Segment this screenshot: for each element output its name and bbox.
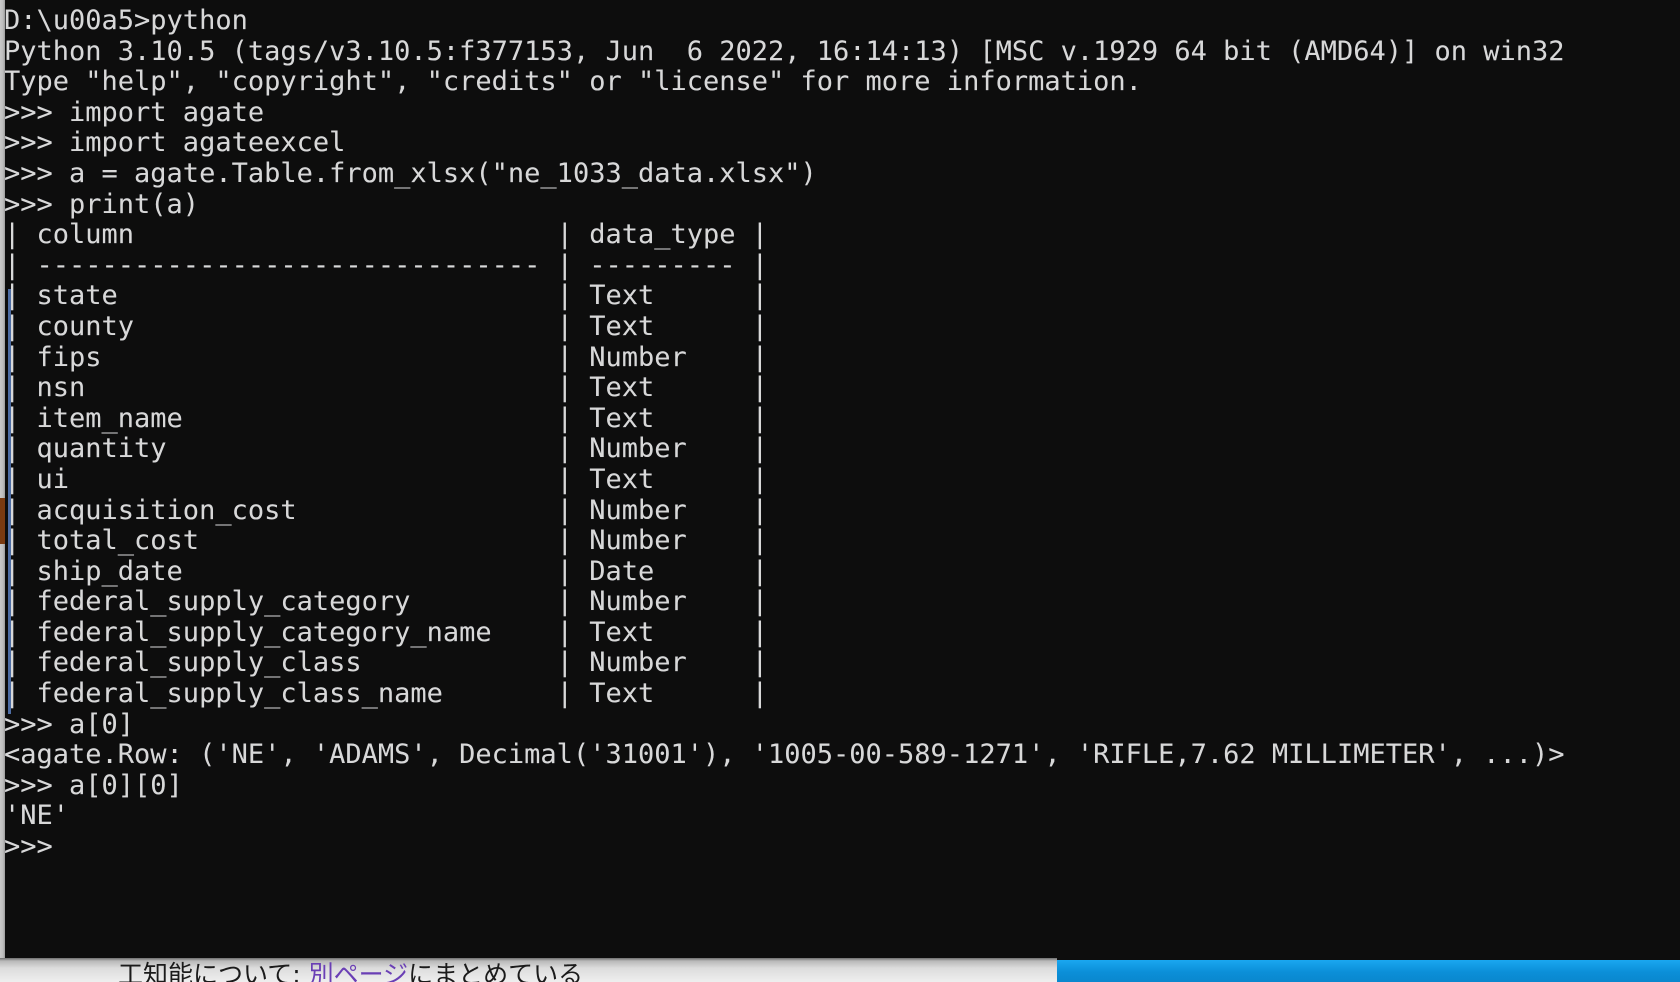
console-row-repr: <agate.Row: ('NE', 'ADAMS', Decimal('310… [4,739,1565,771]
console-output: D:\u00a5>python Python 3.10.5 (tags/v3.1… [4,5,1680,863]
table-row: | nsn | Text | [4,372,769,404]
background-window-edge-accent [0,498,5,544]
console-line-3: >>> import agate [4,96,265,128]
console-line-4: >>> import agateexcel [4,127,346,159]
console-line-6: >>> print(a) [4,188,200,220]
console-line-2: Type "help", "copyright", "credits" or "… [4,66,1142,98]
background-window-edge [0,0,5,958]
table-row: | fips | Number | [4,341,769,373]
table-row: | item_name | Text | [4,402,769,434]
table-row: | total_cost | Number | [4,525,769,557]
console-active-prompt[interactable]: >>> [4,831,1680,863]
table-row: | federal_supply_category_name | Text | [4,616,769,648]
taskbar-accent-bar[interactable] [1057,960,1680,982]
console-line-0: D:\u00a5>python [4,5,248,36]
taskbar-separator [1057,958,1680,960]
console-line-1: Python 3.10.5 (tags/v3.10.5:f377153, Jun… [4,35,1565,67]
background-page-text: 工知能について: 別ページにまとめている [118,961,583,982]
table-row: | quantity | Number | [4,433,769,465]
background-page-text-after: にまとめている [408,960,584,982]
table-row: | federal_supply_class_name | Text | [4,678,769,710]
background-page-strip[interactable]: 工知能について: 別ページにまとめている [0,958,1057,982]
table-row: | ui | Text | [4,463,769,495]
table-divider-row: | ------------------------------- | ----… [4,249,769,281]
table-row: | state | Text | [4,280,769,312]
table-row: | federal_supply_category | Number | [4,586,769,618]
screen-root: D:\u00a5>python Python 3.10.5 (tags/v3.1… [0,0,1680,982]
background-page-text-before: 工知能について: [118,960,309,982]
table-row: | ship_date | Date | [4,555,769,587]
table-row: | acquisition_cost | Number | [4,494,769,526]
table-row: | county | Text | [4,310,769,342]
console-line-a0: >>> a[0] [4,708,135,740]
table-row: | federal_supply_class | Number | [4,647,769,679]
console-line-a0-0: >>> a[0][0] [4,769,183,801]
table-header-row: | column | data_type | [4,219,769,251]
console-line-5: >>> a = agate.Table.from_xlsx("ne_1033_d… [4,157,817,189]
table-left-gutter-rule [8,289,11,714]
console-value-ne: 'NE' [4,800,70,832]
command-prompt-console[interactable]: D:\u00a5>python Python 3.10.5 (tags/v3.1… [0,0,1680,958]
background-page-link[interactable]: 別ページ [309,960,409,982]
